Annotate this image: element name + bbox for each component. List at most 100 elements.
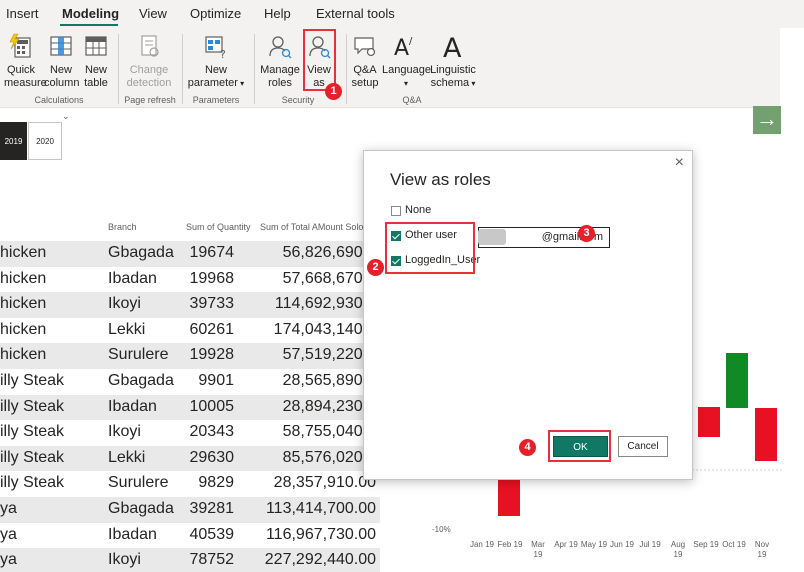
manage-roles-label-1: Manage: [260, 64, 300, 76]
new-parameter-button[interactable]: ? New parameter ▾: [186, 32, 246, 90]
cell-quantity: 60261: [189, 320, 235, 338]
group-label-parameters: Parameters: [192, 95, 240, 105]
cell-quantity: 9901: [198, 372, 234, 389]
cell-amount: 174,043,140.0: [273, 320, 376, 338]
view-as-highlight: [303, 29, 336, 91]
slicer-year-2020[interactable]: 2020: [28, 122, 62, 160]
change-detection-icon: [141, 35, 159, 57]
quick-measure-button[interactable]: Quick measure: [4, 32, 47, 90]
group-separator: [346, 34, 347, 104]
table-row[interactable]: illy Steak Lekki 29630 85,576,020.0: [0, 445, 380, 472]
arrow-right-icon[interactable]: →: [753, 106, 781, 134]
x-tick-label-year: 19: [534, 550, 543, 559]
cell-branch: Ikoyi: [108, 295, 141, 313]
linguistic-schema-button[interactable]: A Linguistic schema ▾: [430, 32, 476, 90]
tab-help[interactable]: Help: [264, 6, 291, 21]
table-row[interactable]: hicken Surulere 19928 57,519,220.0: [0, 343, 380, 369]
manage-roles-button[interactable]: Manage roles: [259, 32, 301, 90]
cell-quantity: 39281: [189, 500, 235, 517]
new-parameter-label-2: parameter ▾: [186, 77, 246, 90]
column-header-branch[interactable]: Branch: [108, 222, 137, 232]
qa-setup-icon: [354, 37, 376, 57]
linguistic-schema-icon: A: [443, 33, 462, 60]
cell-amount: 57,519,220.0: [282, 346, 376, 364]
tab-insert[interactable]: Insert: [6, 6, 39, 21]
cell-product: illy Steak: [0, 448, 65, 466]
table-row[interactable]: hicken Ikoyi 39733 114,692,930.0: [0, 292, 380, 318]
x-tick-label: Nov: [755, 540, 769, 549]
column-header-quantity[interactable]: Sum of Quantity: [186, 222, 251, 232]
chevron-down-icon: ⌄: [62, 111, 70, 121]
change-detection-label-1: Change: [129, 64, 169, 76]
language-label-1: Language: [382, 64, 431, 76]
group-separator: [118, 34, 119, 104]
table-row[interactable]: hicken Gbagada 19674 56,826,690.0: [0, 241, 380, 267]
linguistic-schema-label-text: schema: [430, 77, 470, 89]
new-table-button[interactable]: New table: [80, 32, 112, 90]
manage-roles-icon: [269, 36, 292, 59]
cell-product: hicken: [0, 269, 47, 287]
tab-modeling[interactable]: Modeling: [62, 6, 119, 21]
cell-product: illy Steak: [0, 397, 65, 415]
table-row[interactable]: illy Steak Ibadan 10005 28,894,230.0: [0, 394, 380, 421]
slicer-year-2019[interactable]: 2019: [0, 122, 27, 160]
column-header-amount[interactable]: Sum of Total AMount Solo: [260, 222, 380, 232]
cell-quantity: 9829: [198, 474, 234, 492]
table-row[interactable]: illy Steak Surulere 9829 28,357,910.00: [0, 471, 380, 497]
cell-amount: 28,565,890.0: [282, 372, 376, 389]
tab-optimize[interactable]: Optimize: [190, 6, 241, 21]
table-row[interactable]: hicken Lekki 60261 174,043,140.0: [0, 318, 380, 344]
cell-product: ya: [0, 525, 17, 543]
group-label-page-refresh: Page refresh: [124, 95, 176, 105]
cell-product: ya: [0, 500, 17, 517]
cell-quantity: 19968: [189, 269, 235, 287]
qa-setup-button[interactable]: Q&A setup: [350, 32, 380, 90]
table-row[interactable]: hicken Ibadan 19968 57,668,670.0: [0, 267, 380, 293]
group-label-qa: Q&A: [402, 95, 422, 105]
tab-external-tools[interactable]: External tools: [316, 6, 395, 21]
chart-bar[interactable]: [698, 407, 720, 437]
language-button[interactable]: A / Language ▾: [382, 32, 431, 90]
new-column-button[interactable]: New column: [44, 32, 80, 90]
chart-bar[interactable]: [755, 408, 777, 461]
x-tick-label: Sep 19: [693, 540, 719, 549]
cell-product: illy Steak: [0, 474, 65, 492]
cell-product: hicken: [0, 320, 47, 338]
change-detection-label-2: detection: [126, 77, 172, 89]
ribbon-tab-bar: Insert Modeling View Optimize Help Exter…: [0, 0, 804, 28]
cell-branch: Ikoyi: [108, 423, 141, 441]
cell-amount: 58,755,040.0: [282, 423, 376, 441]
step-badge-1: 1: [325, 83, 342, 100]
table-row[interactable]: illy Steak Ikoyi 20343 58,755,040.0: [0, 420, 380, 446]
new-table-icon: [85, 36, 107, 56]
new-table-label-1: New: [84, 64, 107, 76]
linguistic-schema-label-2: schema ▾: [430, 77, 476, 90]
cancel-button[interactable]: Cancel: [618, 436, 668, 457]
table-row[interactable]: ya Gbagada 39281 113,414,700.00: [0, 497, 380, 523]
qa-setup-label-2: setup: [351, 77, 379, 89]
table-row[interactable]: illy Steak Gbagada 9901 28,565,890.0: [0, 369, 380, 395]
change-detection-button[interactable]: Change detection: [124, 32, 174, 90]
table-row[interactable]: ya Ikoyi 78752 227,292,440.00: [0, 548, 380, 572]
new-parameter-label-text: parameter: [187, 77, 238, 89]
x-tick-label: Jul 19: [639, 540, 661, 549]
cell-branch: Ibadan: [108, 269, 157, 287]
checkbox-none[interactable]: [391, 206, 401, 216]
chart-bar[interactable]: [498, 480, 520, 516]
table-row[interactable]: ya Ibadan 40539 116,967,730.00: [0, 523, 380, 549]
new-column-label-2: column: [44, 77, 80, 89]
cell-branch: Ibadan: [108, 525, 157, 543]
step-badge-4: 4: [519, 439, 536, 456]
quick-measure-label-1: Quick: [6, 64, 36, 76]
cell-quantity: 39733: [189, 295, 235, 313]
tab-view[interactable]: View: [139, 6, 167, 21]
new-parameter-icon: ?: [205, 36, 226, 60]
close-icon[interactable]: ×: [675, 154, 684, 172]
cell-amount: 116,967,730.00: [265, 525, 376, 543]
linguistic-schema-label-1: Linguistic: [430, 64, 476, 76]
chevron-down-icon: ▾: [403, 79, 408, 88]
chart-bar[interactable]: [726, 353, 748, 408]
cell-branch: Ikoyi: [108, 551, 141, 569]
x-tick-label: May 19: [581, 540, 608, 549]
x-tick-label: Feb 19: [498, 540, 523, 549]
